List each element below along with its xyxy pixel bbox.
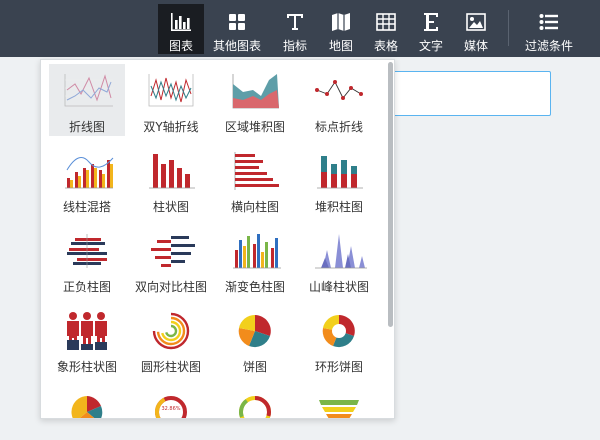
- chart-type-label: 堆积柱图: [314, 200, 363, 214]
- toolbar-table-label: 表格: [373, 39, 398, 53]
- chart-type-label: 渐变色柱图: [224, 280, 285, 294]
- toolbar-media-label: 媒体: [463, 39, 488, 53]
- chart-type-label: 环形饼图: [314, 360, 363, 374]
- table-icon: [376, 10, 396, 34]
- positive-negative-bar-thumb: [67, 234, 107, 268]
- bar-chart-thumb: [149, 154, 195, 189]
- bar-chart-icon: [170, 10, 192, 34]
- pie-chart-thumb: [238, 314, 271, 348]
- funnel-thumb: [319, 400, 359, 418]
- chart-type-dual-axis-line[interactable]: 双Y轴折线: [133, 64, 209, 136]
- text-icon: [422, 10, 440, 34]
- chart-type-label: 饼图: [242, 360, 267, 374]
- toolbar-filter-button[interactable]: 过滤条件: [522, 4, 576, 54]
- dropdown-scrollbar[interactable]: [388, 62, 393, 327]
- chart-type-funnel[interactable]: [301, 384, 377, 418]
- chart-type-bidirectional-bar[interactable]: 双向对比柱图: [133, 224, 209, 296]
- chart-type-label: 线柱混搭: [62, 200, 111, 214]
- chart-type-label: 横向柱图: [230, 200, 279, 214]
- marker-line-thumb: [315, 80, 363, 100]
- chart-type-label: 象形柱状图: [56, 360, 117, 374]
- chart-type-mountain-bar[interactable]: 山峰柱状图: [301, 224, 377, 296]
- bidirectional-bar-thumb: [151, 236, 195, 267]
- toolbar-other-charts-button[interactable]: 其他图表: [212, 4, 262, 54]
- chart-type-label: 山峰柱状图: [308, 280, 369, 294]
- toolbar-media-button[interactable]: 媒体: [457, 4, 495, 54]
- toolbar-separator: [508, 10, 509, 46]
- rose-pie-thumb: [71, 396, 103, 418]
- toolbar-metric-label: 指标: [282, 39, 307, 53]
- toolbar-text-button[interactable]: 文字: [412, 4, 450, 54]
- chart-type-radial-bar[interactable]: 圆形柱状图: [133, 304, 209, 376]
- pictorial-bar-thumb: [67, 312, 107, 350]
- line-chart-thumb: [64, 74, 113, 107]
- dual-axis-line-thumb: [148, 74, 194, 107]
- stacked-bar-thumb: [317, 156, 363, 189]
- top-toolbar: 图表 其他图表 指标 地图 表格 文字 媒体 过滤条件: [0, 0, 600, 57]
- toolbar-table-button[interactable]: 表格: [367, 4, 405, 54]
- list-filter-icon: [539, 10, 559, 34]
- image-icon: [466, 10, 486, 34]
- toolbar-chart-button[interactable]: 图表: [158, 4, 204, 54]
- chart-type-donut[interactable]: 环形饼图: [301, 304, 377, 376]
- chart-type-label: 双向对比柱图: [134, 280, 207, 294]
- gauge-thumb: 32.86%: [155, 396, 187, 418]
- radial-bar-thumb: [152, 312, 190, 350]
- toolbar-filter-label: 过滤条件: [524, 39, 573, 53]
- canvas-text-box[interactable]: [380, 71, 551, 116]
- chart-type-gradient-bar[interactable]: 渐变色柱图: [217, 224, 293, 296]
- chart-type-positive-negative-bar[interactable]: 正负柱图: [49, 224, 125, 296]
- chart-type-ring-progress[interactable]: [217, 384, 293, 418]
- chart-type-pictorial-bar[interactable]: 象形柱状图: [49, 304, 125, 376]
- chart-type-line-bar-combo[interactable]: 线柱混搭: [49, 144, 125, 216]
- chart-type-label: 柱状图: [152, 200, 189, 214]
- ring-progress-thumb: [239, 396, 271, 418]
- chart-type-dropdown: 折线图 双Y轴折线 区域堆积图 标点折线 线柱混搭 柱状图 横向柱图 堆积柱图 …: [40, 59, 395, 419]
- chart-type-pie[interactable]: 饼图: [217, 304, 293, 376]
- chart-type-stacked-bar[interactable]: 堆积柱图: [301, 144, 377, 216]
- chart-type-marker-line[interactable]: 标点折线: [301, 64, 377, 136]
- line-bar-combo-thumb: [65, 157, 114, 189]
- chart-type-label: 正负柱图: [62, 280, 111, 294]
- horizontal-bar-thumb: [234, 152, 279, 190]
- toolbar-map-button[interactable]: 地图: [322, 4, 360, 54]
- chart-type-horizontal-bar[interactable]: 横向柱图: [217, 144, 293, 216]
- map-icon: [331, 10, 351, 34]
- donut-chart-thumb: [322, 314, 355, 348]
- mountain-bar-thumb: [315, 234, 367, 269]
- text-metric-icon: [285, 10, 305, 34]
- toolbar-other-charts-label: 其他图表: [212, 39, 261, 53]
- chart-type-label: 双Y轴折线: [143, 120, 199, 134]
- stacked-area-thumb: [232, 74, 279, 109]
- chart-type-label: 圆形柱状图: [140, 360, 201, 374]
- gauge-percent-text: 32.86%: [161, 406, 180, 412]
- chart-type-stacked-area[interactable]: 区域堆积图: [217, 64, 293, 136]
- chart-type-rose-pie[interactable]: [49, 384, 125, 418]
- chart-type-gauge[interactable]: 32.86%: [133, 384, 209, 418]
- chart-type-label: 区域堆积图: [224, 120, 285, 134]
- chart-type-label: 折线图: [68, 120, 105, 134]
- chart-type-line[interactable]: 折线图: [49, 64, 125, 136]
- toolbar-text-label: 文字: [418, 39, 443, 53]
- toolbar-chart-label: 图表: [168, 39, 193, 53]
- chart-type-label: 标点折线: [314, 120, 363, 134]
- toolbar-map-label: 地图: [328, 39, 353, 53]
- gradient-bar-thumb: [233, 234, 281, 269]
- grid-icon: [228, 10, 246, 34]
- toolbar-metric-button[interactable]: 指标: [276, 4, 314, 54]
- chart-type-bar[interactable]: 柱状图: [133, 144, 209, 216]
